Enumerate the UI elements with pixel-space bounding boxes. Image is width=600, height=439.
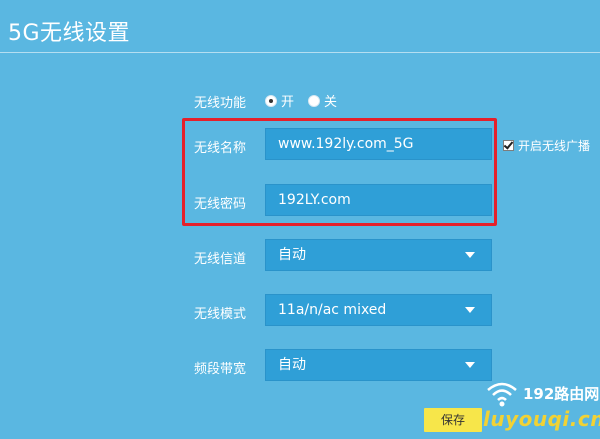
wireless-mode-label: 无线模式 [194, 307, 247, 322]
radio-off[interactable]: 关 [308, 91, 337, 110]
wireless-mode-value: 11a/n/ac mixed [278, 302, 387, 318]
wireless-channel-label: 无线信道 [194, 252, 247, 267]
radio-on[interactable]: 开 [265, 91, 294, 110]
radio-on-circle[interactable] [265, 94, 277, 107]
chevron-down-icon [465, 362, 475, 368]
highlight-box [182, 118, 497, 226]
bandwidth-select[interactable]: 自动 [265, 349, 492, 381]
title-divider [0, 52, 600, 53]
radio-off-circle[interactable] [308, 94, 321, 107]
broadcast-label: 开启无线广播 [518, 139, 591, 153]
watermark-brand: 192路由网 [523, 385, 600, 403]
watermark: 192路由网 luyouqi.cn [475, 380, 600, 439]
chevron-down-icon [465, 307, 475, 313]
chevron-down-icon [465, 252, 475, 258]
wireless-function-radio-group: 开 关 [265, 91, 351, 110]
page-title: 5G无线设置 [8, 21, 131, 46]
broadcast-toggle[interactable]: 开启无线广播 [503, 137, 590, 154]
broadcast-checkbox[interactable] [503, 140, 514, 151]
bandwidth-value: 自动 [278, 357, 306, 373]
radio-on-label: 开 [281, 95, 295, 110]
wireless-channel-value: 自动 [278, 247, 306, 263]
radio-off-label: 关 [324, 95, 338, 110]
wireless-channel-select[interactable]: 自动 [265, 239, 492, 271]
wireless-function-label: 无线功能 [194, 96, 247, 111]
wifi-icon [487, 382, 517, 407]
wireless-mode-select[interactable]: 11a/n/ac mixed [265, 294, 492, 326]
bandwidth-label: 频段带宽 [194, 362, 247, 377]
save-button[interactable]: 保存 [424, 408, 482, 432]
watermark-site: luyouqi.cn [483, 407, 600, 431]
